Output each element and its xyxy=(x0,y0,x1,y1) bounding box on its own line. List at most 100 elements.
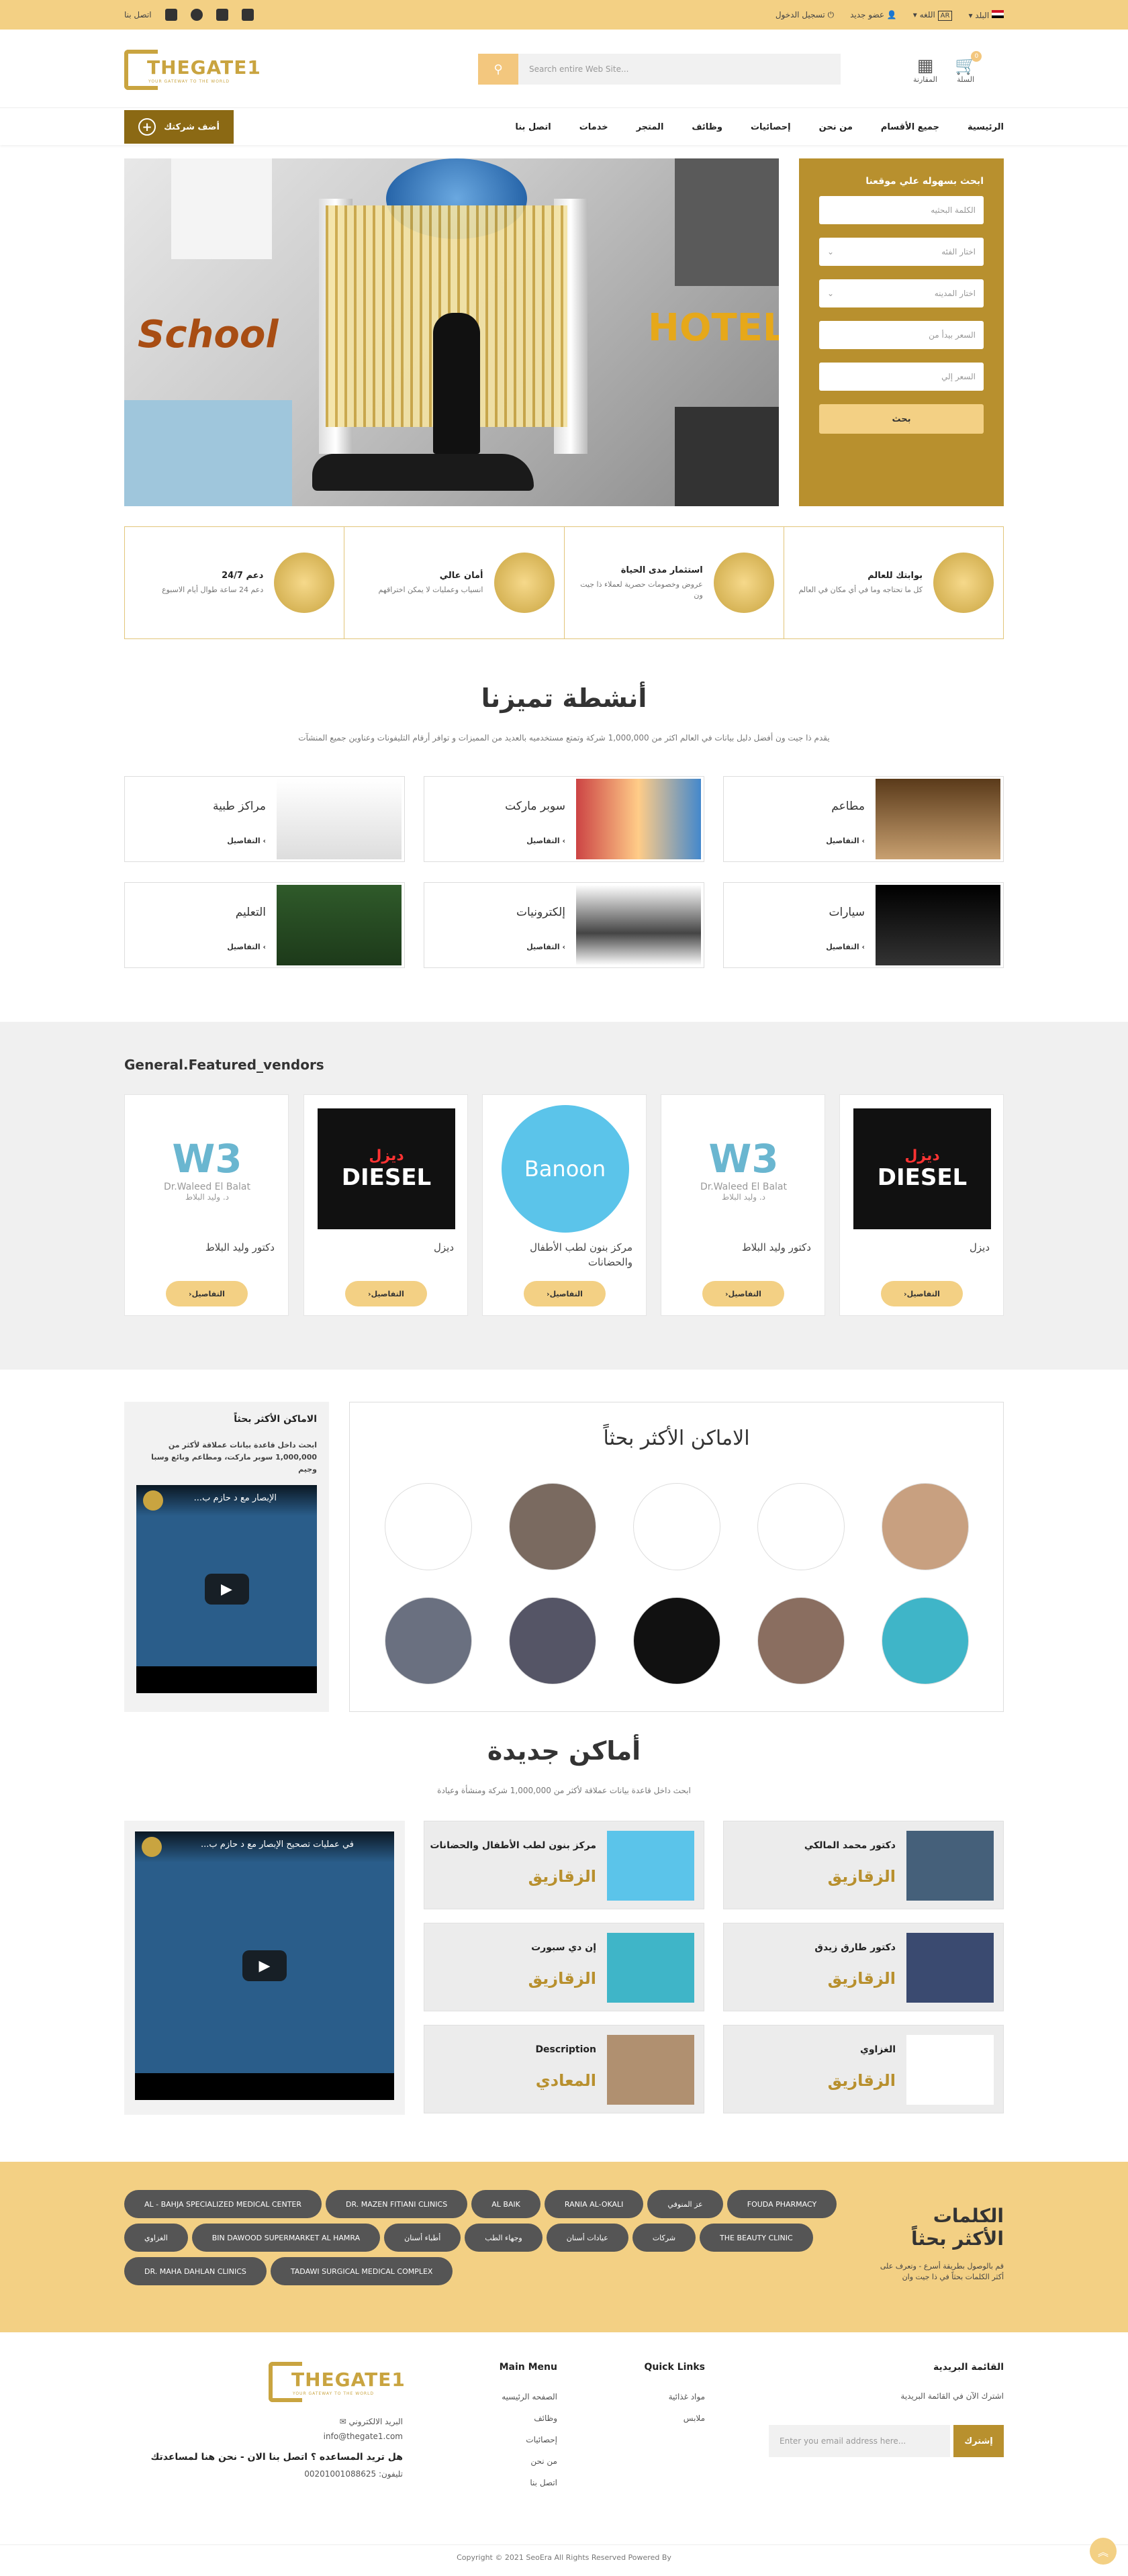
nav-statistics[interactable]: إحصائيات xyxy=(751,122,791,132)
place-avatar[interactable] xyxy=(509,1483,596,1570)
place-avatar[interactable] xyxy=(757,1597,845,1684)
place-avatar[interactable] xyxy=(757,1483,845,1570)
keyword-tag[interactable]: عيادات أسنان xyxy=(546,2224,628,2252)
cart-button[interactable]: 🛒 0 السلة xyxy=(955,51,982,84)
nav-services[interactable]: خدمات xyxy=(579,122,608,132)
details-link[interactable]: › التفاصيل xyxy=(138,837,266,845)
language-select[interactable]: AR اللغه ▾ xyxy=(913,10,953,21)
play-icon[interactable]: ▶ xyxy=(242,1950,287,1981)
footer-link[interactable]: وظائف xyxy=(470,2407,557,2429)
scroll-top-button[interactable]: ︽ xyxy=(1090,2538,1117,2565)
nav-all-categories[interactable]: جميع الأقسام xyxy=(881,122,939,132)
details-link[interactable]: › التفاصيل xyxy=(438,943,565,951)
vendor-details-button[interactable]: › التفاصيل xyxy=(166,1281,248,1306)
new-place-card[interactable]: دكتور طارق زيدق الزقازيق xyxy=(723,1923,1004,2011)
instagram-icon[interactable] xyxy=(216,9,228,21)
details-link[interactable]: › التفاصيل xyxy=(138,943,266,951)
details-link[interactable]: › التفاصيل xyxy=(438,837,565,845)
details-link[interactable]: › التفاصيل xyxy=(737,943,865,951)
footer-email[interactable]: info@thegate1.com xyxy=(124,2432,403,2441)
new-place-card[interactable]: إن دي سبورت الزقازيق xyxy=(424,1923,704,2011)
site-logo[interactable]: THEGATE1 YOUR GATEWAY TO THE WORLD xyxy=(124,50,261,91)
keyword-tag[interactable]: AL BAIK xyxy=(471,2190,540,2218)
new-place-card[interactable]: دكتور محمد المالكي الزقازيق xyxy=(723,1821,1004,1909)
search-input[interactable]: Search entire Web Site... xyxy=(518,54,841,85)
category-card-supermarket[interactable]: سوبر ماركت › التفاصيل xyxy=(424,776,704,862)
keyword-tag[interactable]: BIN DAWOOD SUPERMARKET AL HAMRA xyxy=(191,2224,381,2252)
vendor-card[interactable]: W3 Dr.Waleed El Balat د. وليد البلاط دكتور… xyxy=(661,1094,825,1316)
nav-about[interactable]: من نحن xyxy=(819,122,853,132)
category-card-electronics[interactable]: إلكترونيات › التفاصيل xyxy=(424,882,704,968)
vendor-card[interactable]: Banoon مركز بنون لطب الأطفال والحضانات ›… xyxy=(482,1094,647,1316)
register-link[interactable]: 👤 عضو جديد xyxy=(850,10,897,19)
vendor-card[interactable]: ديزل DIESEL ديزل › التفاصيل xyxy=(839,1094,1004,1316)
nav-jobs[interactable]: وظائف xyxy=(692,122,722,132)
details-link[interactable]: › التفاصيل xyxy=(737,837,865,845)
footer-link[interactable]: من نحن xyxy=(470,2450,557,2472)
add-company-button[interactable]: + أضف شركتك xyxy=(124,110,234,144)
search-button[interactable]: ⚲ xyxy=(478,54,518,85)
place-avatar[interactable] xyxy=(385,1597,472,1684)
keyword-tag[interactable]: وجهاء الطب xyxy=(465,2224,543,2252)
price-from-input[interactable]: السعر بيدأ من xyxy=(819,321,984,349)
vendor-details-button[interactable]: › التفاصيل xyxy=(524,1281,606,1306)
category-select[interactable]: اختار الفئه ⌄ xyxy=(819,238,984,266)
footer-link[interactable]: اتصل بنا xyxy=(470,2472,557,2493)
city-select[interactable]: اختار المدينه ⌄ xyxy=(819,279,984,307)
new-place-card[interactable]: مركز بنون لطب الأطفال والحضانات الزقازيق xyxy=(424,1821,704,1909)
country-select[interactable]: البلد ▾ xyxy=(968,9,1004,20)
vendor-card[interactable]: ديزل DIESEL ديزل › التفاصيل xyxy=(303,1094,468,1316)
keyword-tag[interactable]: شركات xyxy=(632,2224,696,2252)
nav-contact[interactable]: اتصل بنا xyxy=(515,122,551,132)
place-avatar[interactable] xyxy=(633,1597,720,1684)
youtube-icon[interactable] xyxy=(241,9,254,21)
footer-link[interactable]: ملابس xyxy=(618,2407,705,2429)
keyword-tag[interactable]: DR. MAHA DAHLAN CLINICS xyxy=(124,2257,267,2285)
twitter-icon[interactable] xyxy=(164,9,177,21)
video-player[interactable]: في عمليات تصحيح الإبصار مع د حازم ب... ▶ xyxy=(135,1831,394,2100)
keyword-tag[interactable]: DR. MAZEN FITIANI CLINICS xyxy=(326,2190,468,2218)
keyword-tag[interactable]: AL - BAHJA SPECIALIZED MEDICAL CENTER xyxy=(124,2190,322,2218)
keyword-tag[interactable]: RANIA AL-OKALI xyxy=(544,2190,644,2218)
footer-link[interactable]: إحصائيات xyxy=(470,2429,557,2450)
place-avatar[interactable] xyxy=(385,1483,472,1570)
contact-link[interactable]: اتصل بنا xyxy=(124,10,152,19)
play-icon[interactable]: ▶ xyxy=(204,1574,249,1605)
place-avatar[interactable] xyxy=(882,1597,969,1684)
category-card-restaurants[interactable]: مطاعم › التفاصيل xyxy=(723,776,1004,862)
keyword-tag[interactable]: FOUDA PHARMACY xyxy=(726,2190,837,2218)
facebook-icon[interactable] xyxy=(190,9,203,21)
keyword-tag[interactable]: الغزاوي xyxy=(124,2224,188,2252)
footer-link[interactable]: الصفحه الرئيسيه xyxy=(470,2386,557,2407)
vendor-details-button[interactable]: › التفاصيل xyxy=(881,1281,963,1306)
vendor-details-button[interactable]: › التفاصيل xyxy=(345,1281,427,1306)
search-submit-button[interactable]: بحث xyxy=(819,404,984,434)
keyword-tag[interactable]: أطباء أسنان xyxy=(384,2224,461,2252)
nav-store[interactable]: المتجر xyxy=(637,122,664,132)
place-avatar[interactable] xyxy=(633,1483,720,1570)
video-player[interactable]: الإبصار مع د حازم ب... ▶ xyxy=(136,1485,317,1693)
keyword-tag[interactable]: عز المنوفي xyxy=(647,2190,723,2218)
globe-pin-icon xyxy=(933,553,994,613)
login-link[interactable]: ⏻ تسجيل الدخول xyxy=(775,10,834,20)
category-card-education[interactable]: التعليم › التفاصيل xyxy=(124,882,405,968)
category-card-medical[interactable]: مراكز طبية › التفاصيل xyxy=(124,776,405,862)
footer-logo[interactable]: THEGATE1 YOUR GATEWAY TO THE WORLD xyxy=(269,2362,405,2403)
keyword-tag[interactable]: THE BEAUTY CLINIC xyxy=(700,2224,813,2252)
new-place-card[interactable]: الغزاوي الزقازيق xyxy=(723,2025,1004,2113)
place-avatar[interactable] xyxy=(882,1483,969,1570)
vendor-card[interactable]: W3 Dr.Waleed El Balat د. وليد البلاط دكتور… xyxy=(124,1094,289,1316)
keyword-input[interactable]: الكلمة البحثيه xyxy=(819,196,984,224)
price-to-input[interactable]: السعر إلي xyxy=(819,363,984,391)
vendor-details-button[interactable]: › التفاصيل xyxy=(702,1281,784,1306)
keyword-tag[interactable]: TADAWI SURGICAL MEDICAL COMPLEX xyxy=(270,2257,453,2285)
compare-button[interactable]: ▦ المقارنة xyxy=(913,56,937,84)
new-place-card[interactable]: Description المعادي xyxy=(424,2025,704,2113)
newsletter-email-input[interactable]: Enter you email address here... xyxy=(769,2425,950,2457)
gold-bars-icon xyxy=(713,553,774,613)
category-card-cars[interactable]: سيارات › التفاصيل xyxy=(723,882,1004,968)
place-avatar[interactable] xyxy=(509,1597,596,1684)
subscribe-button[interactable]: إشترك xyxy=(953,2425,1004,2457)
footer-link[interactable]: مواد غذائية xyxy=(618,2386,705,2407)
nav-home[interactable]: الرئيسية xyxy=(968,122,1004,132)
